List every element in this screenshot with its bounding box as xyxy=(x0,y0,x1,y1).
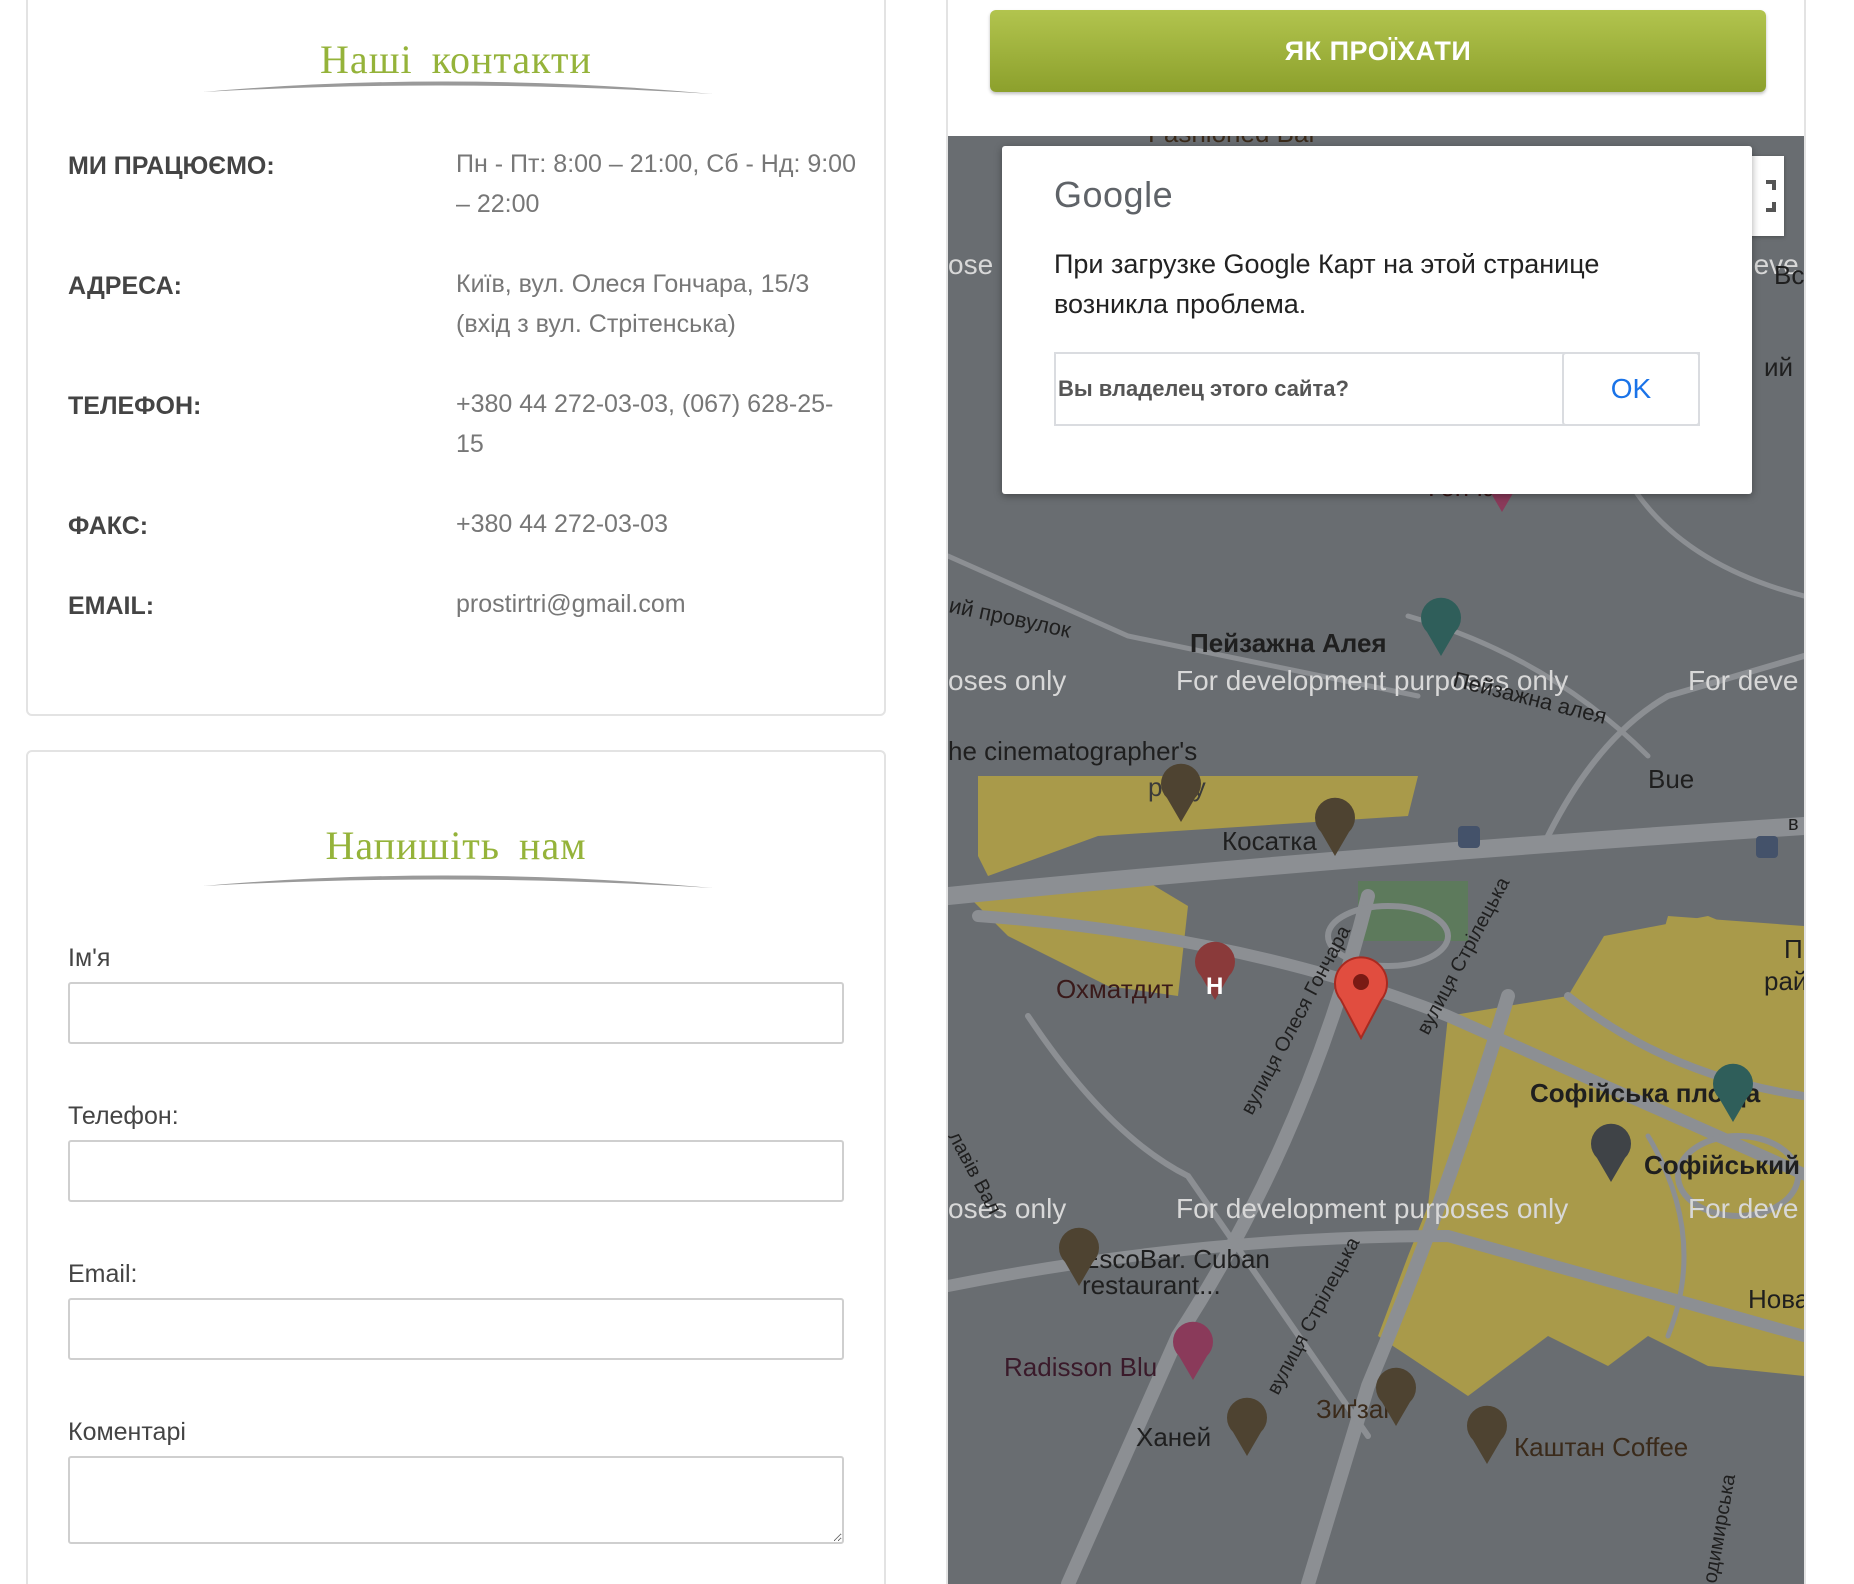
street-label: одимирська xyxy=(1699,1472,1740,1584)
watermark: oses only xyxy=(948,665,1066,696)
place-label: Охматдит xyxy=(1056,974,1173,1004)
phone-input[interactable] xyxy=(68,1140,844,1202)
place-label: ий xyxy=(1764,352,1793,382)
place-label: рай xyxy=(1764,966,1804,996)
cafe-pin-icon xyxy=(1467,1405,1507,1464)
place-label: Radisson Blu xyxy=(1004,1352,1157,1382)
contact-value: Пн - Пт: 8:00 – 21:00, Сб - Нд: 9:00 – 2… xyxy=(456,150,856,218)
place-label: П xyxy=(1784,934,1803,964)
contact-value: Київ, вул. Олеся Гончара, 15/3 (вхід з в… xyxy=(456,270,810,338)
comments-label: Коментарі xyxy=(68,1418,186,1446)
hotel-pin-icon xyxy=(1173,1321,1213,1380)
contact-form-card: Напишіть нам Ім'я Телефон: Email: Комент… xyxy=(26,750,886,1584)
contacts-card: Наші контакти МИ ПРАЦЮЄМО: Пн - Пт: 8:00… xyxy=(26,0,886,716)
form-title: Напишіть нам xyxy=(325,823,587,868)
contact-value: +380 44 272-03-03 xyxy=(456,510,668,538)
place-label: he cinematographer's xyxy=(948,736,1197,766)
watermark: oses only xyxy=(948,1193,1066,1224)
camera-pin-icon xyxy=(1421,597,1461,656)
place-label: в xyxy=(1788,813,1799,835)
owner-question: Вы владелец этого сайта? xyxy=(1058,376,1349,401)
location-marker-icon xyxy=(1334,956,1388,1041)
title-divider xyxy=(203,81,713,94)
contact-label: ТЕЛЕФОН: xyxy=(68,392,202,420)
contact-label: EMAIL: xyxy=(68,592,155,620)
restaurant-pin-icon xyxy=(1315,797,1355,856)
contact-label: ФАКС: xyxy=(68,512,149,540)
place-label: Каштан Coffee xyxy=(1514,1432,1688,1462)
place-label: Ханей xyxy=(1136,1422,1211,1452)
contact-label: МИ ПРАЦЮЄМО: xyxy=(68,152,275,180)
map-panel: ЯК ПРОЇХАТИ oses only For development pu… xyxy=(946,0,1806,1584)
watermark: For deve xyxy=(1688,665,1799,696)
name-label: Ім'я xyxy=(68,944,111,972)
place-label: Косатка xyxy=(1222,826,1317,856)
google-map[interactable]: oses only For development purposes only … xyxy=(948,136,1804,1584)
ok-button[interactable]: OK xyxy=(1562,352,1700,426)
watermark: For deve xyxy=(1688,1193,1799,1224)
street-label: ий провулок xyxy=(948,592,1074,642)
place-label: Пейзажна Алея xyxy=(1190,628,1387,658)
bus-stop-icon xyxy=(1756,836,1778,858)
place-label: Софійський xyxy=(1644,1150,1800,1180)
watermark: ose xyxy=(948,249,993,280)
contact-email-link[interactable]: prostirtri@gmail.com xyxy=(456,584,856,624)
email-label: Email: xyxy=(68,1260,138,1288)
title-divider xyxy=(203,875,713,888)
map-error-dialog: Google При загрузке Google Карт на этой … xyxy=(1002,146,1752,494)
email-input[interactable] xyxy=(68,1298,844,1360)
comments-textarea[interactable] xyxy=(68,1456,844,1544)
google-logo: Google xyxy=(1054,174,1174,215)
place-label: restaurant... xyxy=(1082,1270,1221,1300)
place-label: Bue xyxy=(1648,764,1694,794)
watermark: For development purposes only xyxy=(1176,1193,1568,1224)
place-label: Вс xyxy=(1774,260,1804,290)
directions-button[interactable]: ЯК ПРОЇХАТИ xyxy=(990,10,1766,92)
name-input[interactable] xyxy=(68,982,844,1044)
contact-value: +380 44 272-03-03, (067) 628-25-15 xyxy=(456,390,834,458)
contact-label: АДРЕСА: xyxy=(68,272,182,300)
street-label: вулиця Стрілецька xyxy=(1263,1233,1365,1398)
owner-question-box: Вы владелец этого сайта? OK xyxy=(1054,352,1700,426)
error-message: При загрузке Google Карт на этой страниц… xyxy=(1054,249,1600,319)
bus-stop-icon xyxy=(1458,826,1480,848)
place-label: Нова xyxy=(1748,1284,1804,1314)
phone-label: Телефон: xyxy=(68,1102,179,1130)
hospital-icon: H xyxy=(1206,973,1223,1000)
restaurant-pin-icon xyxy=(1227,1397,1267,1456)
